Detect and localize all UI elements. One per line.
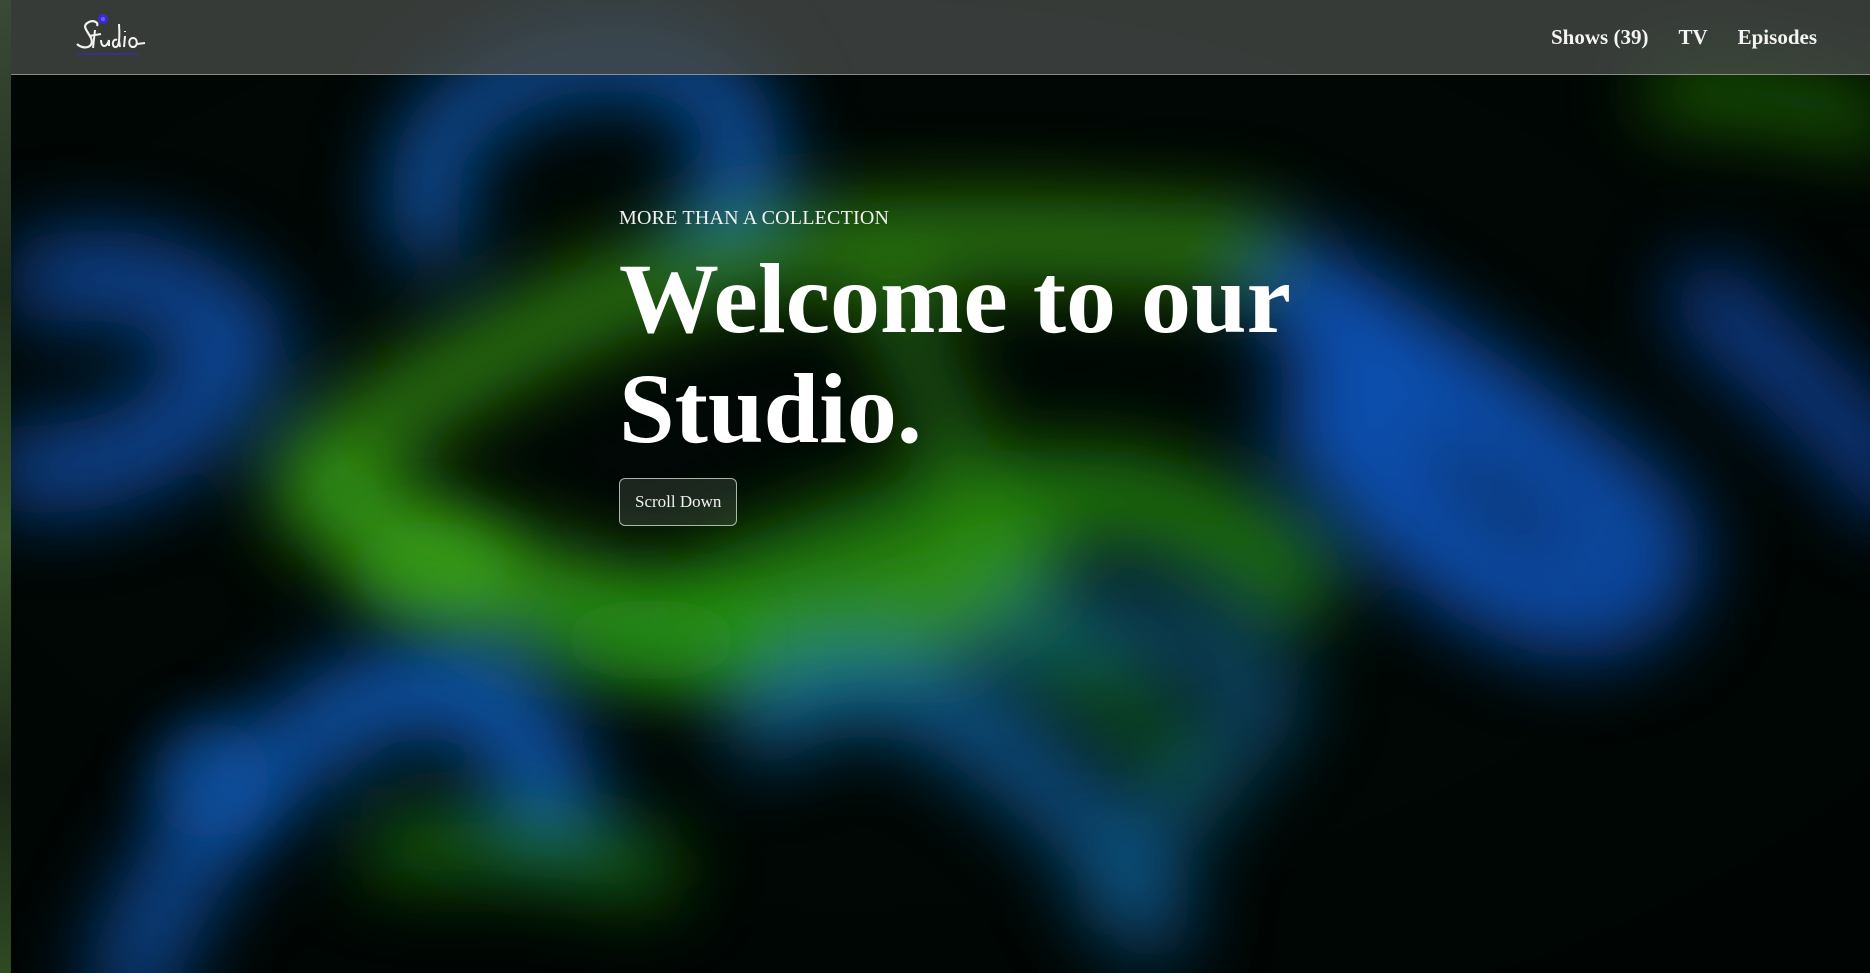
studio-script-logo-icon [76, 14, 146, 55]
left-edge-strip [0, 0, 11, 973]
nav-links: Shows (39) TV Episodes [1551, 0, 1817, 74]
studio-logo[interactable] [73, 10, 153, 58]
hero-section: MORE THAN A COLLECTION Welcome to our St… [619, 207, 1291, 526]
top-navbar: Shows (39) TV Episodes [11, 0, 1870, 75]
nav-link-tv[interactable]: TV [1678, 25, 1707, 50]
hero-headline: Welcome to our Studio. [619, 244, 1291, 464]
hero-headline-line-2: Studio. [619, 353, 922, 464]
hero-headline-line-1: Welcome to our [619, 243, 1292, 354]
nav-link-shows[interactable]: Shows (39) [1551, 25, 1648, 50]
hero-eyebrow: MORE THAN A COLLECTION [619, 207, 890, 229]
page: Shows (39) TV Episodes MORE THAN A COLLE… [0, 0, 1870, 973]
nav-link-episodes[interactable]: Episodes [1738, 25, 1817, 50]
scroll-down-button[interactable]: Scroll Down [619, 478, 738, 526]
